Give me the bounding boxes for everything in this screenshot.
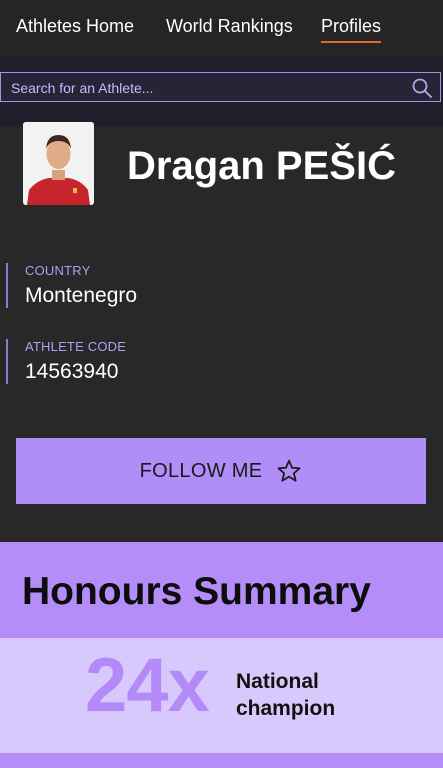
country-label: COUNTRY <box>25 263 91 278</box>
follow-button[interactable]: FOLLOW ME <box>16 438 426 504</box>
search-bar <box>0 72 441 103</box>
athlete-code-label: ATHLETE CODE <box>25 339 127 354</box>
honours-stat-card: 24x National champion <box>0 638 443 753</box>
nav-world-rankings[interactable]: World Rankings <box>166 16 293 37</box>
follow-label: FOLLOW ME <box>139 459 263 482</box>
search-input[interactable] <box>9 73 403 103</box>
country-block: COUNTRY Montenegro <box>6 263 137 308</box>
athlete-avatar <box>23 122 94 205</box>
star-outline-icon <box>277 459 301 482</box>
search-icon[interactable] <box>412 78 432 98</box>
athlete-name: Dragan PEŠIĆ <box>127 144 396 188</box>
honours-count: 24x <box>85 643 210 728</box>
honours-title: Honours Summary <box>22 570 371 613</box>
honours-bottom-band <box>0 753 443 768</box>
athlete-code-block: ATHLETE CODE 14563940 <box>6 339 126 384</box>
nav-athletes-home[interactable]: Athletes Home <box>16 16 134 37</box>
top-nav: Athletes Home World Rankings Profiles <box>0 0 443 56</box>
country-value: Montenegro <box>25 284 138 307</box>
honours-label: National champion <box>236 670 336 721</box>
nav-profiles[interactable]: Profiles <box>321 16 382 43</box>
athlete-code-value: 14563940 <box>25 360 119 383</box>
athlete-photo <box>23 122 94 205</box>
honours-summary-header: Honours Summary <box>0 542 443 638</box>
